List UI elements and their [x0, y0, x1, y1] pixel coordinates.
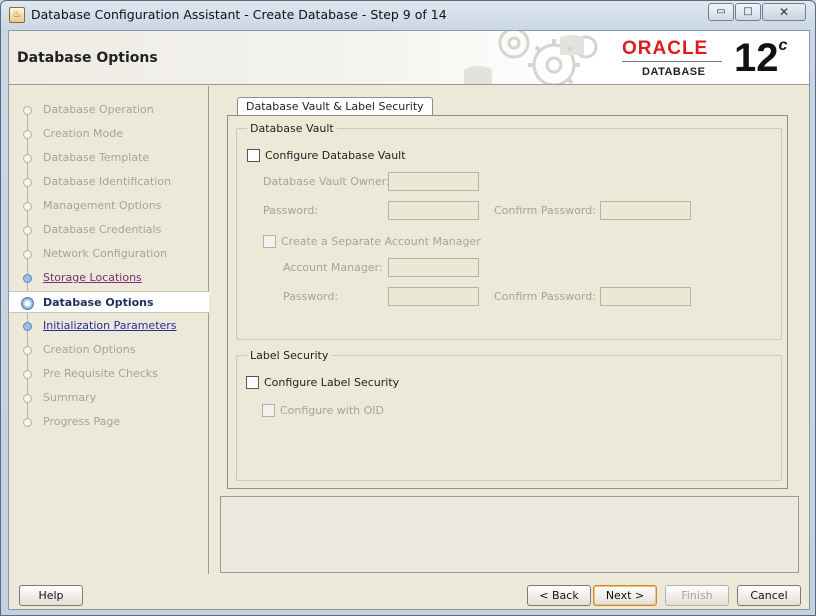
step-indicator-icon [23, 202, 32, 211]
title-bar[interactable]: ♨ Database Configuration Assistant - Cre… [1, 1, 815, 29]
vault-password-field[interactable] [388, 201, 479, 220]
label-security-legend: Label Security [250, 349, 329, 362]
nav-step-label: Database Options [43, 296, 154, 309]
dca-window: ♨ Database Configuration Assistant - Cre… [0, 0, 816, 616]
step-indicator-icon [23, 274, 32, 283]
nav-step: Creation Mode [9, 123, 209, 145]
step-indicator-icon [23, 418, 32, 427]
configure-vault-box[interactable] [247, 149, 260, 162]
nav-step-label: Database Identification [43, 175, 172, 188]
nav-step-label: Database Template [43, 151, 150, 164]
oracle-brand: ORACLE [622, 38, 709, 59]
nav-step[interactable]: Initialization Parameters [9, 315, 209, 337]
tab-vault-label-security[interactable]: Database Vault & Label Security [237, 97, 433, 116]
nav-step-label: Summary [43, 391, 97, 404]
nav-step: Management Options [9, 195, 209, 217]
wizard-body: Database Options ORACLE DATABASE 12c Dat… [8, 30, 810, 610]
nav-step: Progress Page [9, 411, 209, 433]
page-title: Database Options [17, 50, 158, 66]
separate-manager-box[interactable] [263, 235, 276, 248]
vault-password-label: Password: [263, 204, 319, 217]
nav-step: Creation Options [9, 339, 209, 361]
window-title: Database Configuration Assistant - Creat… [31, 7, 447, 22]
step-indicator-icon [23, 130, 32, 139]
nav-step-label: Database Operation [43, 103, 154, 116]
vault-owner-label: Database Vault Owner: [263, 175, 390, 188]
nav-step: Pre Requisite Checks [9, 363, 209, 385]
back-button[interactable]: < Back [527, 585, 591, 606]
nav-step: Database Template [9, 147, 209, 169]
message-area [220, 496, 799, 573]
cancel-button[interactable]: Cancel [737, 585, 801, 606]
finish-button[interactable]: Finish [665, 585, 729, 606]
configure-oid-box[interactable] [262, 404, 275, 417]
nav-step: Database Operation [9, 99, 209, 121]
manager-confirm-field[interactable] [600, 287, 691, 306]
nav-step-label: Pre Requisite Checks [43, 367, 158, 380]
minimize-button[interactable]: ▭ [708, 3, 734, 21]
vault-confirm-field[interactable] [600, 201, 691, 220]
configure-label-security-box[interactable] [246, 376, 259, 389]
nav-step: Database Credentials [9, 219, 209, 241]
label-security-group: Label Security Configure Label Security … [236, 349, 782, 481]
step-indicator-icon [23, 250, 32, 259]
version-number: 12 [734, 36, 779, 80]
nav-step-label: Storage Locations [43, 271, 142, 284]
version-badge: 12c [734, 36, 787, 80]
database-vault-group: Database Vault Configure Database Vault … [236, 122, 782, 340]
nav-step: Database Identification [9, 171, 209, 193]
next-button[interactable]: Next > [593, 585, 657, 606]
vault-owner-field[interactable] [388, 172, 479, 191]
vault-confirm-label: Confirm Password: [494, 204, 596, 217]
step-indicator-icon [21, 297, 34, 310]
tab-panel: Database Vault Configure Database Vault … [227, 115, 788, 489]
nav-step-label: Database Credentials [43, 223, 162, 236]
nav-step[interactable]: Storage Locations [9, 267, 209, 289]
step-indicator-icon [23, 178, 32, 187]
nav-step: Summary [9, 387, 209, 409]
account-manager-label: Account Manager: [283, 261, 383, 274]
header-banner: Database Options ORACLE DATABASE 12c [9, 31, 809, 85]
separate-manager-label: Create a Separate Account Manager [281, 235, 481, 248]
version-suffix: c [778, 37, 788, 54]
database-vault-legend: Database Vault [250, 122, 334, 135]
step-indicator-icon [23, 394, 32, 403]
step-indicator-icon [23, 370, 32, 379]
app-icon: ♨ [9, 7, 25, 23]
manager-password-label: Password: [283, 290, 339, 303]
nav-step-label: Progress Page [43, 415, 121, 428]
step-indicator-icon [23, 154, 32, 163]
step-indicator-icon [23, 226, 32, 235]
maximize-button[interactable]: □ [735, 3, 761, 21]
configure-vault-label: Configure Database Vault [265, 149, 406, 162]
manager-confirm-label: Confirm Password: [494, 290, 596, 303]
oracle-logo: ORACLE DATABASE [622, 39, 727, 78]
step-indicator-icon [23, 346, 32, 355]
account-manager-field[interactable] [388, 258, 479, 277]
wizard-steps: Database Operation Creation Mode Database … [9, 86, 209, 574]
configure-label-security-label: Configure Label Security [264, 376, 400, 389]
oracle-brand-sub: DATABASE [642, 66, 706, 78]
nav-step-label: Creation Options [43, 343, 136, 356]
step-indicator-icon [23, 322, 32, 331]
help-button[interactable]: Help [19, 585, 83, 606]
manager-password-field[interactable] [388, 287, 479, 306]
nav-step-label: Creation Mode [43, 127, 124, 140]
nav-step-label: Network Configuration [43, 247, 168, 260]
gears-graphic [464, 31, 598, 84]
nav-step-label: Management Options [43, 199, 162, 212]
logo-divider [622, 61, 722, 62]
close-button[interactable]: ✕ [762, 3, 806, 21]
step-indicator-icon [23, 106, 32, 115]
nav-step-label: Initialization Parameters [43, 319, 177, 332]
configure-oid-label: Configure with OID [280, 404, 385, 417]
nav-step: Network Configuration [9, 243, 209, 265]
nav-step[interactable]: Database Options [9, 291, 209, 313]
